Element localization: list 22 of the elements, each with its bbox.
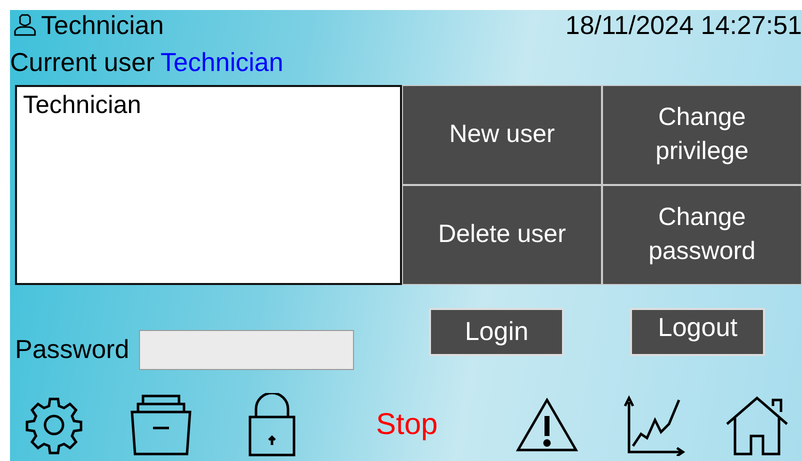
warning-icon[interactable] <box>516 398 578 452</box>
lock-icon[interactable] <box>248 393 296 457</box>
logout-button[interactable]: Logout <box>630 308 766 356</box>
user-list-item[interactable]: Technician <box>23 91 394 120</box>
user-name: Technician <box>41 10 164 40</box>
action-button[interactable]: Change password <box>602 185 802 285</box>
password-label: Password <box>15 334 130 365</box>
action-button[interactable]: Change privilege <box>602 85 802 185</box>
status-text: Stop <box>376 408 438 442</box>
action-button[interactable]: Delete user <box>402 185 602 285</box>
login-button[interactable]: Login <box>429 308 564 356</box>
file-drawer-icon[interactable] <box>129 394 193 456</box>
password-field[interactable] <box>139 330 354 370</box>
current-user-value: Technician <box>160 46 284 78</box>
line-chart-icon[interactable] <box>622 394 685 456</box>
current-user-label: Current user <box>10 46 154 78</box>
date-time: 18/11/2024 14:27:51 <box>565 10 802 40</box>
home-icon[interactable] <box>724 394 789 456</box>
user-icon <box>13 14 37 36</box>
user-list[interactable]: Technician <box>15 85 402 285</box>
action-button[interactable]: New user <box>402 85 602 185</box>
settings-icon[interactable] <box>24 395 84 455</box>
